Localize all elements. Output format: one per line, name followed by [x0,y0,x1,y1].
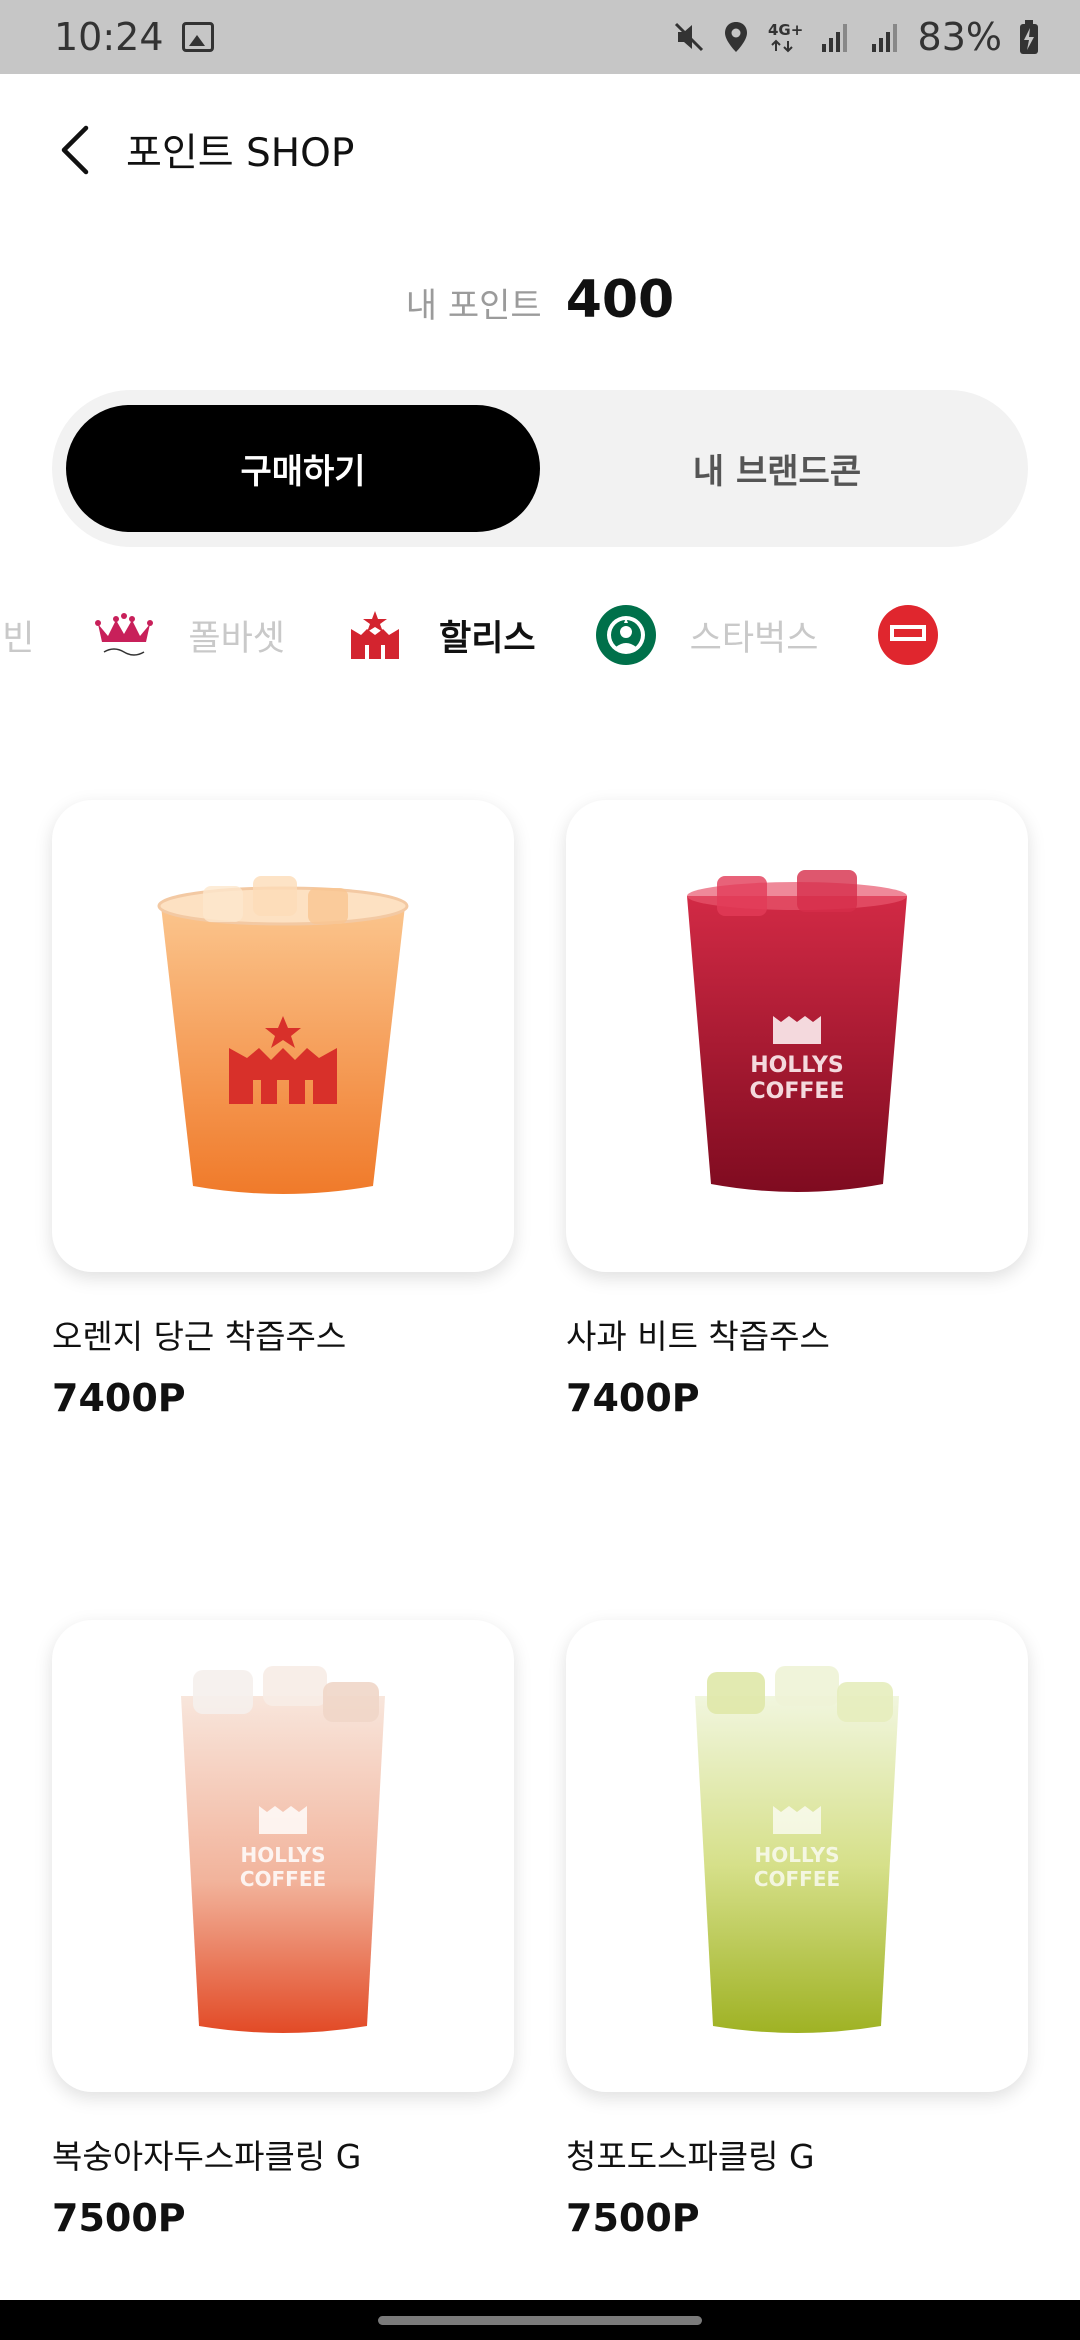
product-card[interactable]: HOLLYS COFFEE 복숭아자두스파클링 G 7500P [52,1620,514,2340]
product-price: 7400P [52,1376,186,1420]
points-label: 내 포인트 [405,286,542,326]
mute-icon [674,22,703,52]
gallery-icon [181,22,214,52]
brand-name: 스타벅스 [689,618,819,659]
points-summary: 내 포인트 400 [0,270,1080,330]
hollys-logo-icon [343,603,407,667]
chevron-left-icon [61,125,89,175]
product-name: 오렌지 당근 착즙주스 [52,1317,347,1356]
product-card[interactable]: HOLLYS COFFEE 청포도스파클링 G 7500P [566,1620,1028,2340]
status-time: 10:24 [54,15,164,59]
purchase-segment-control: 구매하기 내 브랜드콘 [52,390,1028,547]
starbucks-logo-icon [594,603,658,667]
product-name: 사과 비트 착즙주스 [566,1317,830,1356]
paul-bassett-logo-icon [92,603,156,667]
product-grid: 오렌지 당근 착즙주스 7400P HOLLYS COFFEE 사과 비트 착즙… [52,800,1028,2340]
signal-icon [821,24,847,52]
product-price: 7500P [566,2196,700,2240]
battery-charging-icon [1020,20,1038,54]
buy-tab[interactable]: 구매하기 [66,405,540,532]
product-name: 복숭아자두스파클링 G [52,2137,362,2176]
system-nav-bar [0,2300,1080,2340]
status-icons: 4G+ 83% [672,15,1040,59]
brand-tab-partial[interactable] [876,590,972,680]
product-name: 청포도스파클링 G [566,2137,815,2176]
brand-tab-pibin[interactable]: 피빈 [0,590,34,680]
product-image-green-grape: HOLLYS COFFEE [566,1620,1028,2092]
network-label: 4G+ [768,21,802,39]
network-4g-icon: 4G+ [768,21,802,53]
brand-tab-paul-bassett[interactable]: 폴바셋 [92,590,285,680]
product-image-apple-beet: HOLLYS COFFEE [566,800,1028,1272]
brand-tab-hollys[interactable]: 할리스 [343,590,536,680]
brand-name: 폴바셋 [188,618,286,659]
status-bar: 10:24 4G+ 83% [0,0,1080,74]
partial-brand-logo-icon [876,603,940,667]
signal-icon-2 [871,24,897,52]
points-value: 400 [565,270,675,330]
product-price: 7500P [52,2196,186,2240]
location-icon [724,22,747,52]
brand-name: 할리스 [439,618,536,659]
page-title: 포인트 SHOP [126,131,355,176]
back-button[interactable] [36,110,116,190]
my-brandcon-tab[interactable]: 내 브랜드콘 [540,405,1014,532]
brand-tab-bar: 피빈 폴바셋 할리스 [0,590,1080,680]
cup-brand-text: COFFEE [240,1867,326,1891]
cup-brand-text: COFFEE [750,1079,845,1104]
cup-brand-text: COFFEE [754,1867,840,1891]
brand-name: 피빈 [0,618,35,659]
cup-brand-text: HOLLYS [755,1843,840,1867]
product-card[interactable]: HOLLYS COFFEE 사과 비트 착즙주스 7400P [566,800,1028,1620]
product-image-orange-carrot [52,800,514,1272]
product-price: 7400P [566,1376,700,1420]
cup-brand-text: HOLLYS [750,1053,844,1078]
brand-tab-starbucks[interactable]: 스타벅스 [594,590,819,680]
product-card[interactable]: 오렌지 당근 착즙주스 7400P [52,800,514,1620]
app-header: 포인트 SHOP [0,74,1080,226]
product-image-peach-plum: HOLLYS COFFEE [52,1620,514,2092]
home-gesture-handle[interactable] [378,2315,702,2325]
battery-percent: 83% [917,15,1002,59]
cup-brand-text: HOLLYS [241,1843,326,1867]
